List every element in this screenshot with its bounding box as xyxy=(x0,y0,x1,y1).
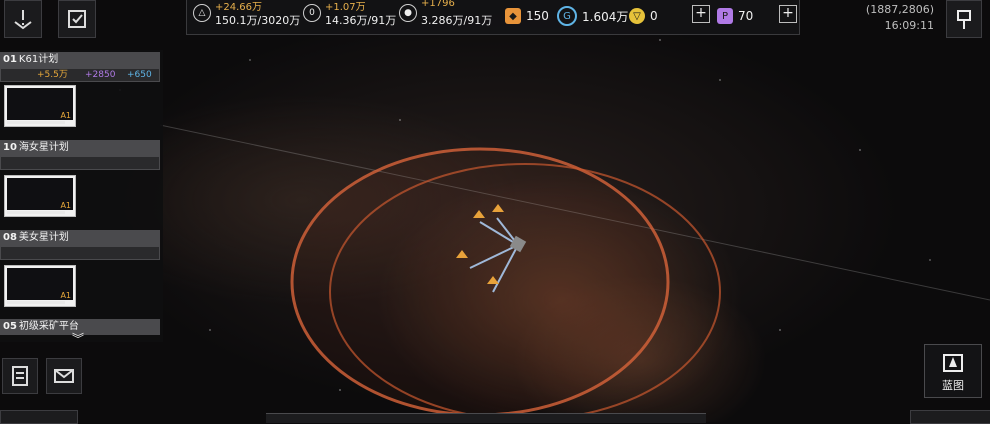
fleet-stats-01: +5.5万 +2850 +650 xyxy=(0,68,160,82)
currency-blue[interactable]: G 1.604万 xyxy=(557,5,628,27)
fleet-stats-10 xyxy=(0,156,160,170)
resource-crystal[interactable]: 0 +1.07万 14.36万/91万 xyxy=(303,0,398,34)
blue-token-value: 1.604万 xyxy=(582,9,629,24)
fleet-stat-crystal: +2850 xyxy=(85,70,116,80)
location-info: (1887,2806) 16:09:11 xyxy=(866,2,934,34)
fleet-name: 美女星计划 xyxy=(18,232,69,243)
fleet-header-01[interactable]: 01 K61计划 xyxy=(0,52,160,68)
fleet-stat-gas: +650 xyxy=(127,70,152,80)
coordinates: (1887,2806) xyxy=(865,3,934,16)
fleet-number: 05 xyxy=(3,321,17,332)
crystal-amount: 14.36万/91万 xyxy=(325,14,397,27)
clock: 16:09:11 xyxy=(884,19,934,32)
metal-amount: 150.1万/3020万 xyxy=(215,14,301,27)
fleet-name: K61计划 xyxy=(18,54,59,65)
mail-icon xyxy=(54,369,74,383)
ship-level: A1 xyxy=(60,291,71,300)
flag-icon xyxy=(957,10,971,29)
fleet-header-08[interactable]: 08 美女星计划 xyxy=(0,230,160,246)
orange-credit-icon: ◆ xyxy=(505,8,521,24)
fleet-name: 海女星计划 xyxy=(18,142,69,153)
purple-token-icon: P xyxy=(717,8,733,24)
fleet-stat-metal: +5.5万 xyxy=(37,70,68,80)
fleet-header-10[interactable]: 10 海女星计划 xyxy=(0,140,160,156)
exclamation-arrow-icon xyxy=(14,10,32,30)
blueprint-label: 蓝图 xyxy=(942,379,964,392)
ship-card[interactable]: A1 xyxy=(4,85,76,127)
gas-increment: +1796 xyxy=(421,0,455,9)
territory-ring xyxy=(290,147,670,417)
ship-level: A1 xyxy=(60,111,71,120)
bookmark-button[interactable] xyxy=(946,0,982,38)
metal-icon: △ xyxy=(193,4,211,22)
task-button[interactable] xyxy=(58,0,96,38)
currency-orange[interactable]: ◆ 150 xyxy=(505,5,549,27)
blueprint-button[interactable]: 蓝图 xyxy=(924,344,982,398)
add-purple-button[interactable]: + xyxy=(779,5,797,23)
fleet-panel: 01 K61计划 +5.5万 +2850 +650 A1 10 海女星计划 A1 0… xyxy=(0,50,163,342)
crystal-icon: 0 xyxy=(303,4,321,22)
blueprint-icon xyxy=(943,354,963,372)
gold-token-value: 0 xyxy=(650,9,658,23)
document-icon xyxy=(12,366,28,386)
ship-card[interactable]: A1 xyxy=(4,175,76,217)
chevron-down-icon[interactable]: ︾ xyxy=(72,330,84,347)
document-button[interactable] xyxy=(2,358,38,394)
fleet-number: 01 xyxy=(3,54,17,65)
fleet-name: 初级采矿平台 xyxy=(18,321,79,332)
add-gold-button[interactable]: + xyxy=(692,5,710,23)
blue-token-icon: G xyxy=(557,6,577,26)
resource-bar: △ +24.66万 150.1万/3020万 0 +1.07万 14.36万/9… xyxy=(186,0,800,35)
fleet-stats-08 xyxy=(0,246,160,260)
ship-card[interactable]: A1 xyxy=(4,265,76,307)
checklist-icon xyxy=(68,10,86,28)
resource-gas[interactable]: ● +1796 3.286万/91万 xyxy=(399,0,494,34)
alert-button[interactable] xyxy=(4,0,42,38)
orange-credit-value: 150 xyxy=(526,9,549,23)
resource-metal[interactable]: △ +24.66万 150.1万/3020万 xyxy=(193,0,303,34)
mail-button[interactable] xyxy=(46,358,82,394)
fleet-number: 10 xyxy=(3,142,17,153)
gas-icon: ● xyxy=(399,4,417,22)
currency-purple[interactable]: P 70 xyxy=(717,5,753,27)
purple-token-value: 70 xyxy=(738,9,754,23)
gas-amount: 3.286万/91万 xyxy=(421,14,493,27)
fleet-number: 08 xyxy=(3,232,17,243)
ship-level: A1 xyxy=(60,201,71,210)
gold-token-icon: ▽ xyxy=(629,8,645,24)
currency-gold[interactable]: ▽ 0 xyxy=(629,5,658,27)
